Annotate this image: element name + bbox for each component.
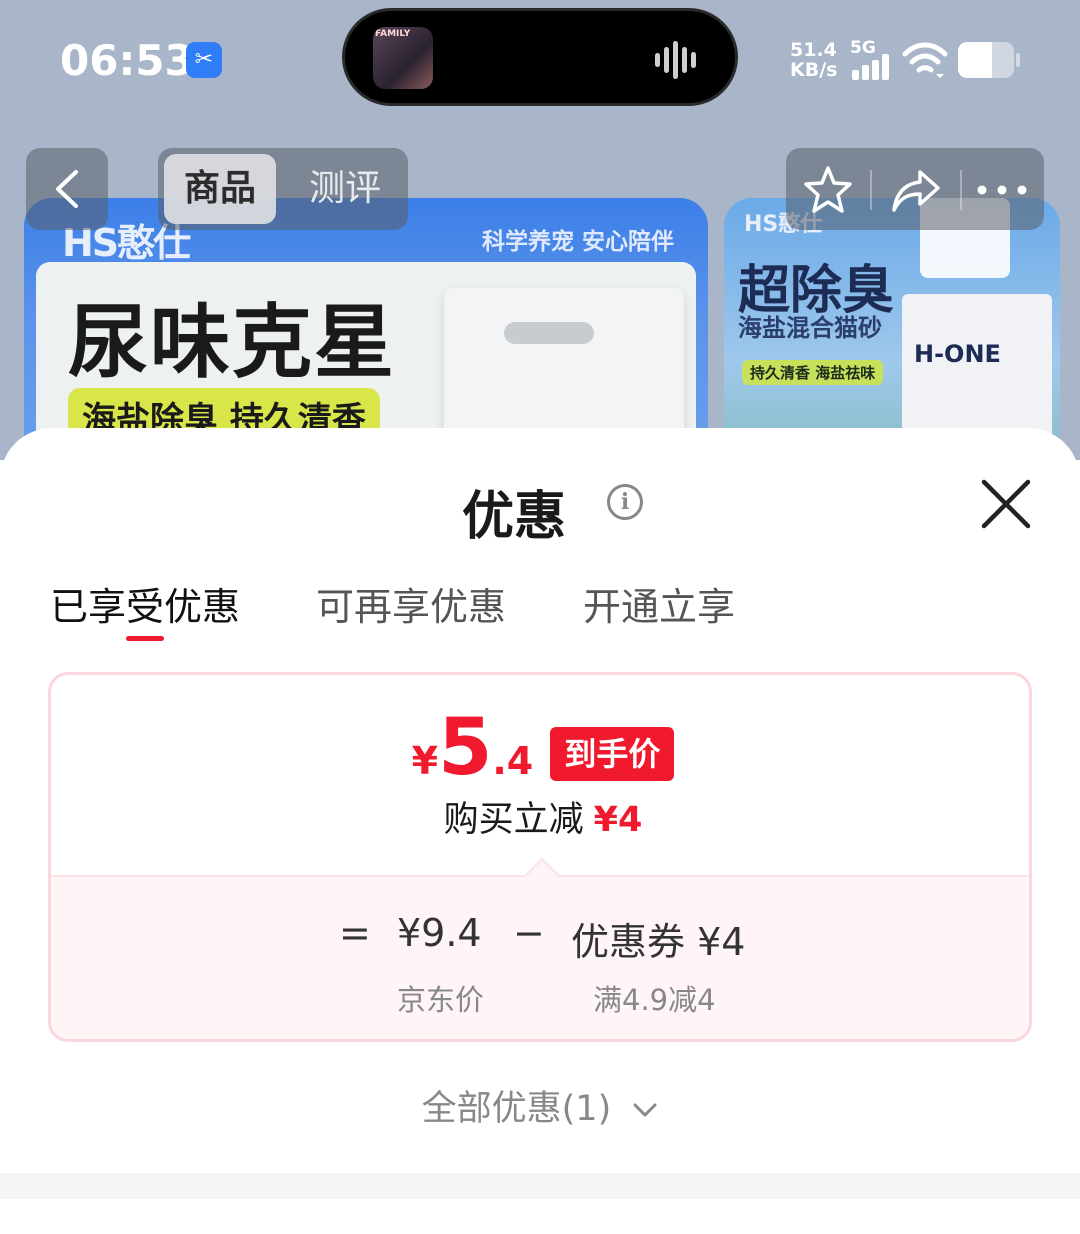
base-price-label: 京东价 [397,983,485,1017]
network-speed-unit: KB/s [790,59,838,81]
tab-review[interactable]: 测评 [290,154,400,224]
final-price-badge: 到手价 [550,727,675,781]
more-icon[interactable] [972,180,1032,200]
banner-slogan: 科学养宠 安心陪伴 [481,229,674,255]
instant-discount-row: 购买立减 ¥4 [51,791,1029,842]
album-art-text: FAMILY [375,29,411,39]
scissors-icon: ✂ [186,42,222,78]
page-tabs: 商品 测评 [158,148,408,230]
base-price: ¥9.4 [397,911,482,955]
tab-enjoyed-discounts[interactable]: 已享受优惠 [50,576,240,631]
all-discounts-toggle[interactable]: 全部优惠(1) [0,1080,1080,1131]
final-price-integer: 5 [438,703,493,793]
star-icon[interactable] [802,164,854,216]
discount-tabs: 已享受优惠 可再享优惠 开通立享 [50,576,1030,656]
all-discounts-label: 全部优惠(1) [421,1089,612,1129]
battery-icon [958,42,1020,78]
dynamic-island[interactable]: FAMILY [342,8,738,106]
status-bar: 06:53 ✂ FAMILY 51.4 KB/s 5G [0,0,1080,120]
sheet-footer-band [0,1173,1080,1199]
tab-more-discounts[interactable]: 可再享优惠 [316,576,506,631]
sheet-title: 优惠 [461,487,566,547]
equals-sign: = [339,911,371,955]
tab-product[interactable]: 商品 [164,154,276,224]
price-card: ¥5.4 到手价 购买立减 ¥4 = ¥9.4 − 优惠券 ¥4 京东价 满4.9… [48,672,1032,1042]
breakdown-notch [523,857,561,895]
product-brand: H-ONE [914,340,1001,368]
product-banner-side: HS憨仕 超除臭 海盐混合猫砂 持久清香 海盐祛味 H-ONE [724,198,1060,460]
network-speed-value: 51.4 [790,39,837,61]
tab-activate-discounts[interactable]: 开通立享 [583,576,735,631]
final-price: ¥5.4 [412,709,534,787]
final-price-decimal: .4 [492,739,534,783]
album-art: FAMILY [373,27,433,89]
banner-headline: 尿味克星 [68,296,396,389]
audio-wave-icon [655,41,711,81]
coupon-condition: 满4.9减4 [593,983,716,1017]
signal-icon [852,54,896,80]
page-actions [786,148,1044,230]
banner-subline: 海盐混合猫砂 [738,314,882,342]
price-breakdown: = ¥9.4 − 优惠券 ¥4 京东价 满4.9减4 [51,857,1029,1039]
active-tab-indicator [126,636,164,641]
minus-sign: − [513,911,545,955]
instant-discount-amount: ¥4 [593,800,643,840]
coupon-amount: 优惠券 ¥4 [571,920,746,964]
info-icon[interactable]: i [607,484,643,520]
banner-tagline: 持久清香 海盐祛味 [742,360,884,385]
chevron-down-icon [633,1103,657,1117]
wifi-icon [902,42,948,78]
instant-discount-label: 购买立减 [443,800,584,840]
close-icon[interactable] [978,476,1034,532]
share-icon[interactable] [890,164,942,216]
back-button[interactable] [26,148,108,230]
status-time: 06:53 [60,36,194,85]
product-banner-main: HS憨仕 科学养宠 安心陪伴 尿味克星 海盐除臭 持久清香 [24,198,708,460]
currency-symbol: ¥ [411,739,439,783]
final-price-row: ¥5.4 到手价 [51,709,1029,789]
discount-sheet: 优惠 i 已享受优惠 可再享优惠 开通立享 ¥5.4 到手价 购买立减 ¥4 = … [0,428,1080,1234]
chevron-left-icon [56,170,78,208]
network-speed: 51.4 KB/s [790,40,837,80]
